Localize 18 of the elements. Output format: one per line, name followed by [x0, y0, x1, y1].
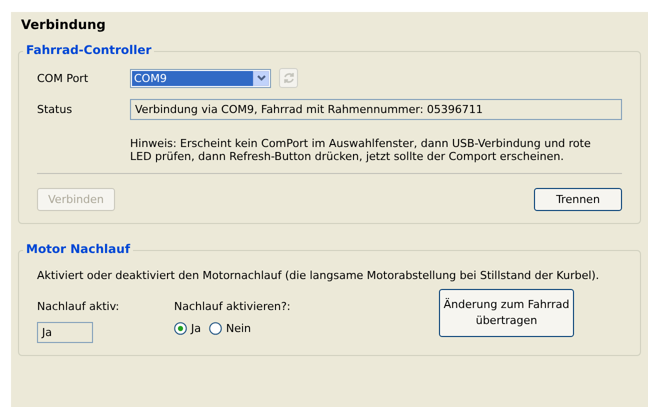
- group-legend: Fahrrad-Controller: [23, 43, 154, 57]
- activate-label: Nachlauf aktivieren?:: [174, 300, 291, 313]
- refresh-icon: [282, 72, 294, 84]
- chevron-down-icon: [256, 75, 266, 81]
- apply-button[interactable]: Änderung zum Fahrrad übertragen: [439, 289, 574, 337]
- hint-text: Hinweis: Erscheint kein ComPort im Auswahlfenster, dann USB-Verbindung und rote LED prüfen, dann Refresh-Button drücken, jetzt sollte der Comport erscheinen.: [130, 137, 592, 163]
- nachlauf-active-field: Ja: [37, 322, 93, 343]
- com-port-dropdown[interactable]: COM9: [130, 68, 271, 88]
- status-label: Status: [37, 103, 74, 116]
- radio-option[interactable]: Nein: [209, 322, 252, 335]
- radio-option[interactable]: Ja: [174, 322, 201, 335]
- group-legend: Motor Nachlauf: [23, 242, 134, 256]
- status-field: Verbindung via COM9, Fahrrad mit Rahmennummer: 05396711: [130, 99, 622, 120]
- com-port-label: COM Port: [37, 72, 90, 84]
- disconnect-button[interactable]: Trennen: [534, 188, 622, 211]
- description-text: Aktiviert oder deaktiviert den Motornachlauf (die langsame Motorabstellung bei Stillstand der Kurbel).: [37, 269, 600, 282]
- nachlauf-active-label: Nachlauf aktiv:: [37, 300, 120, 313]
- page-title: Verbindung: [21, 18, 106, 33]
